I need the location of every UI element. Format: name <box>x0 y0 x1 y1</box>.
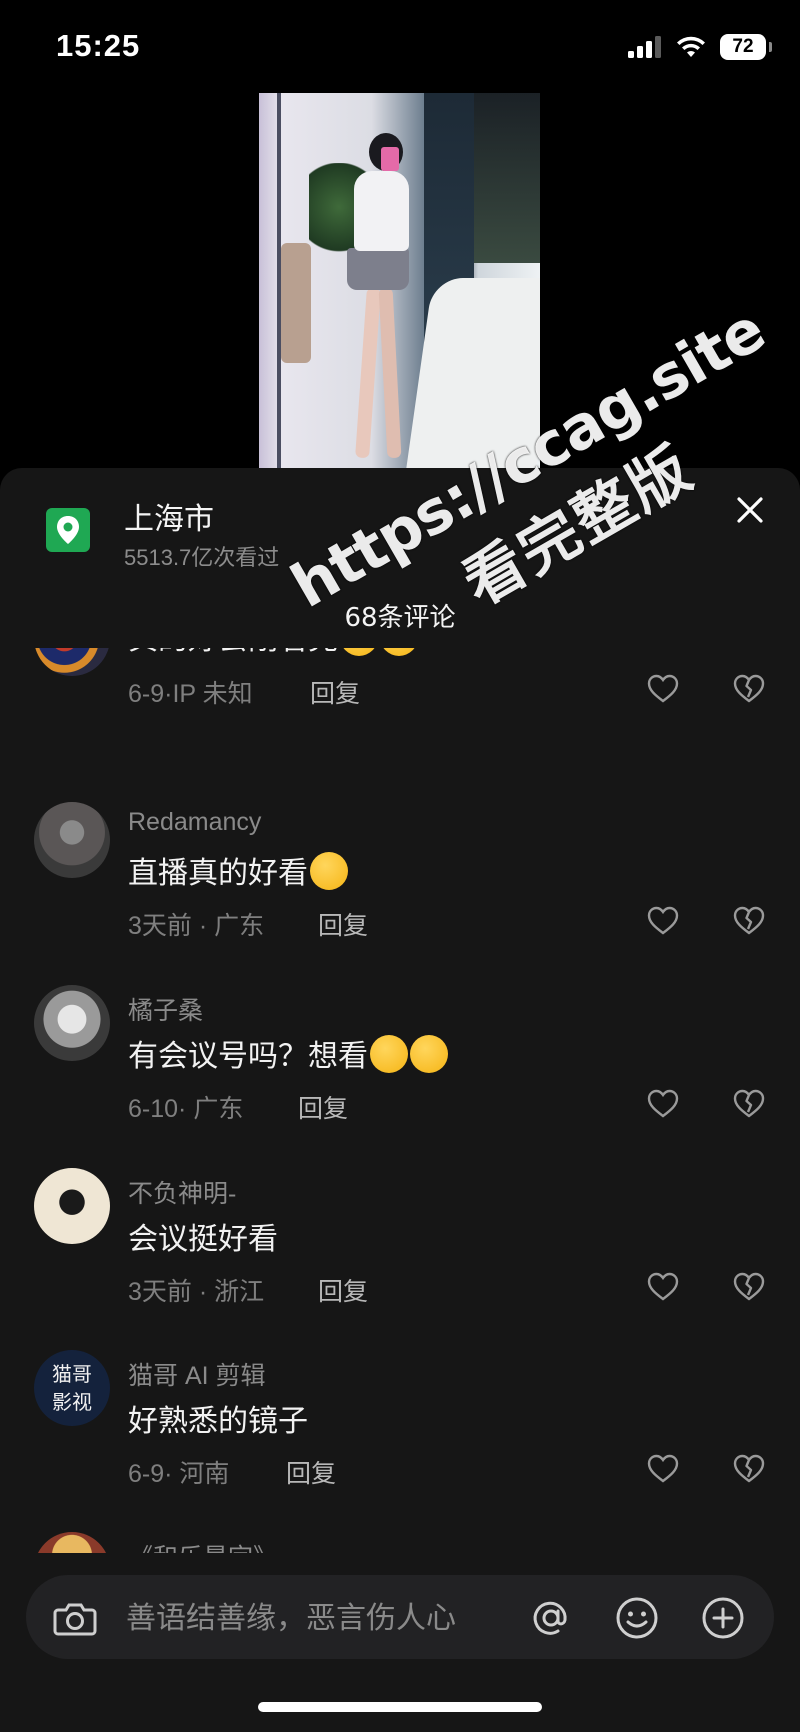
avatar[interactable] <box>34 1532 110 1553</box>
list-item: 不负神明- 会议挺好看 3天前 · 浙江 回复 <box>0 1168 800 1350</box>
status-bar: 15:25 72 <box>0 0 800 96</box>
comment-author[interactable]: 不负神明- <box>128 1174 236 1210</box>
crying-emoji-icon <box>410 1035 448 1073</box>
close-icon[interactable] <box>730 490 770 530</box>
comment-author[interactable]: 《和乐最宗》 <box>128 1538 278 1553</box>
list-item: 《和乐最宗》 <box>0 1532 800 1553</box>
comment-text: 有会议号吗？想看 <box>128 1031 448 1075</box>
heart-outline-icon[interactable] <box>646 1087 680 1121</box>
reply-button[interactable]: 回复 <box>286 1454 336 1490</box>
battery-indicator: 72 <box>720 34 772 60</box>
video-figure-leg <box>378 287 402 459</box>
comment-input[interactable] <box>124 1589 518 1647</box>
avatar[interactable]: 猫哥 影视 <box>34 1350 110 1426</box>
comment-author[interactable]: 橘子桑 <box>128 991 203 1027</box>
comment-text: 直播真的好看 <box>128 848 348 892</box>
location-name[interactable]: 上海市 <box>124 494 214 538</box>
video-preview[interactable] <box>259 93 540 468</box>
list-item: 真的好会刚看完 6-9·IP 未知 回复 <box>0 648 800 782</box>
reply-button[interactable]: 回复 <box>310 674 360 710</box>
comment-meta: 6-9· 河南 <box>128 1460 230 1488</box>
status-icons: 72 <box>628 34 772 60</box>
comment-author[interactable]: Redamancy <box>128 808 261 837</box>
broken-heart-icon[interactable] <box>732 672 766 706</box>
video-figure <box>329 133 424 468</box>
broken-heart-icon[interactable] <box>732 1270 766 1304</box>
video-chair <box>281 243 311 363</box>
video-figure-leg <box>355 287 381 459</box>
battery-level: 72 <box>732 36 754 57</box>
heart-outline-icon[interactable] <box>646 1452 680 1486</box>
reply-button[interactable]: 回复 <box>318 906 368 942</box>
comment-text: 好熟悉的镜子 <box>128 1404 308 1439</box>
broken-heart-icon[interactable] <box>732 1087 766 1121</box>
crying-emoji-icon <box>370 1035 408 1073</box>
reply-button[interactable]: 回复 <box>318 1272 368 1308</box>
status-time: 15:25 <box>56 28 141 63</box>
camera-icon[interactable] <box>52 1595 98 1641</box>
smirk-emoji-icon <box>380 648 418 656</box>
comment-meta: 6-9·IP 未知 <box>128 680 253 708</box>
avatar[interactable] <box>34 985 110 1061</box>
avatar[interactable] <box>34 802 110 878</box>
broken-heart-icon[interactable] <box>732 1452 766 1486</box>
comment-list[interactable]: 真的好会刚看完 6-9·IP 未知 回复 Redamancy 直播真的好看 3天… <box>0 648 800 1553</box>
video-figure-skirt <box>347 248 409 290</box>
comment-meta: 3天前 · 广东 <box>128 912 265 940</box>
broken-heart-icon[interactable] <box>732 904 766 938</box>
comment-text: 真的好会刚看完 <box>128 648 418 658</box>
comment-author[interactable]: 猫哥 AI 剪辑 <box>128 1356 266 1392</box>
at-icon[interactable] <box>528 1595 574 1641</box>
heart-outline-icon[interactable] <box>646 672 680 706</box>
comment-meta: 3天前 · 浙江 <box>128 1278 265 1306</box>
signal-icon <box>628 36 661 58</box>
heart-outline-icon[interactable] <box>646 1270 680 1304</box>
grin-emoji-icon <box>310 852 348 890</box>
location-view-count: 5513.7亿次看过 <box>124 545 280 570</box>
avatar-text: 猫哥 <box>52 1362 92 1386</box>
comment-count: 68条评论 <box>344 603 456 633</box>
reply-button[interactable]: 回复 <box>298 1089 348 1125</box>
video-figure-phone <box>381 147 399 171</box>
comment-input-pill <box>26 1575 774 1659</box>
map-pin-icon <box>46 508 90 552</box>
heart-outline-icon[interactable] <box>646 904 680 938</box>
avatar-text: 影视 <box>52 1390 92 1414</box>
comment-meta: 6-10· 广东 <box>128 1095 244 1123</box>
plus-circle-icon[interactable] <box>700 1595 746 1641</box>
avatar[interactable] <box>34 648 110 676</box>
smirk-emoji-icon <box>340 648 378 656</box>
smiley-icon[interactable] <box>614 1595 660 1641</box>
video-figure-body <box>354 171 409 251</box>
home-indicator[interactable] <box>258 1702 542 1712</box>
list-item: 猫哥 影视 猫哥 AI 剪辑 好熟悉的镜子 6-9· 河南 回复 <box>0 1350 800 1532</box>
video-window <box>474 93 540 263</box>
list-item: 橘子桑 有会议号吗？想看 6-10· 广东 回复 <box>0 985 800 1167</box>
wifi-icon <box>677 36 705 57</box>
avatar[interactable] <box>34 1168 110 1244</box>
list-item: Redamancy 直播真的好看 3天前 · 广东 回复 <box>0 802 800 984</box>
comment-text: 会议挺好看 <box>128 1222 278 1257</box>
